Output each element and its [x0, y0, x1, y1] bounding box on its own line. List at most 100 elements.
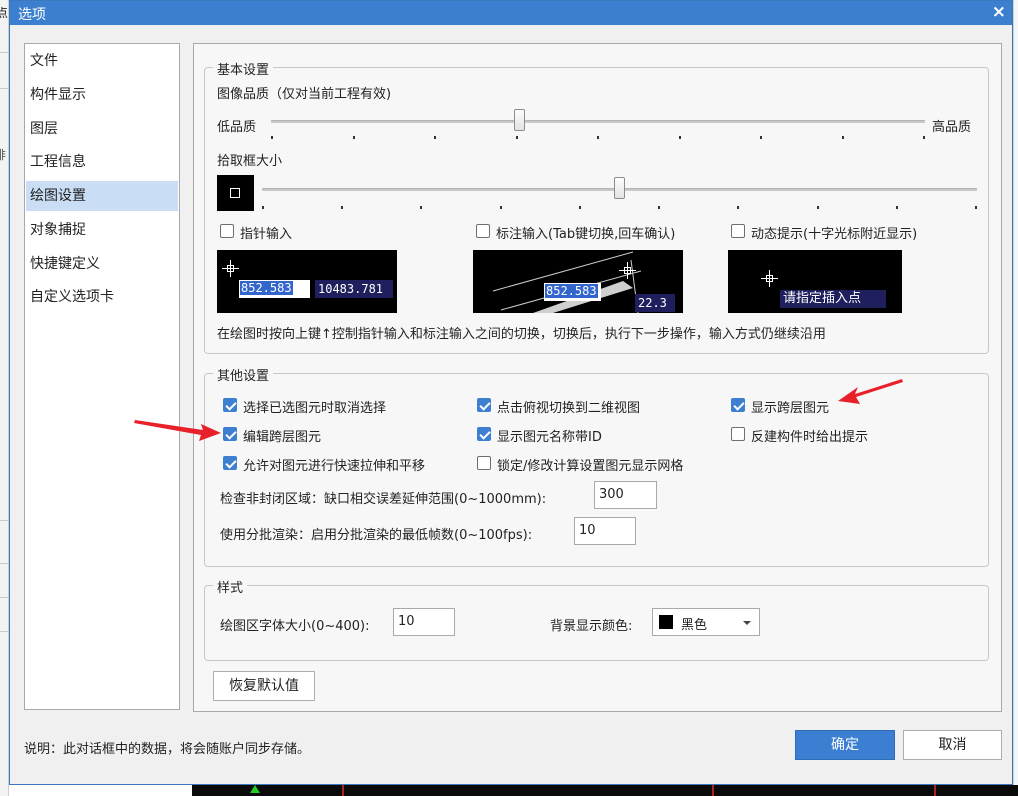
dimension-input-preview: 852.583 22.3 — [473, 250, 683, 313]
pointer-input-preview: 852.583 10483.781 — [217, 250, 397, 313]
crosshair-icon — [619, 262, 636, 279]
close-icon[interactable]: × — [992, 2, 1006, 22]
low-quality-label: 低品质 — [217, 120, 257, 135]
background-right-edge — [1013, 0, 1018, 796]
deselect-selected-checkbox[interactable] — [223, 398, 237, 412]
group-legend: 基本设置 — [213, 59, 274, 78]
high-quality-label: 高品质 — [932, 120, 972, 135]
dialog-title: 选项 — [18, 7, 46, 23]
options-nav: 文件 构件显示 图层 工程信息 绘图设置 对象捕捉 快捷键定义 自定义选项卡 — [24, 43, 180, 710]
restore-defaults-button[interactable]: 恢复默认值 — [213, 671, 315, 701]
quick-stretch-label: 允许对图元进行快速拉伸和平移 — [243, 459, 426, 474]
slider-tick — [420, 206, 423, 209]
lock-grid-label: 锁定/修改计算设置图元显示网格 — [497, 459, 684, 474]
reverse-build-prompt-label: 反建构件时给出提示 — [751, 430, 869, 445]
group-legend: 样式 — [213, 577, 248, 596]
show-name-with-id-checkbox[interactable] — [477, 427, 491, 441]
input-switch-note: 在绘图时按向上键↑控制指针输入和标注输入之间的切换，切换后，执行下一步操作，输入… — [217, 327, 826, 342]
image-quality-track — [271, 120, 925, 123]
gap-range-input[interactable]: 300 — [594, 481, 657, 509]
background-text-fragment: 点 — [0, 6, 9, 20]
pointer-input-label: 指针输入 — [240, 227, 293, 242]
font-size-input[interactable]: 10 — [393, 608, 455, 636]
annotation-arrow-icon — [838, 379, 903, 404]
nav-item-shortcuts[interactable]: 快捷键定义 — [26, 249, 178, 279]
nav-item-component-display[interactable]: 构件显示 — [26, 80, 178, 110]
batch-render-label: 使用分批渲染：启用分批渲染的最低帧数(0~100fps): — [220, 528, 533, 543]
slider-tick — [597, 136, 599, 139]
group-legend: 其他设置 — [213, 365, 274, 384]
edit-cross-layer-checkbox[interactable] — [223, 427, 237, 441]
preview-value-field: 22.3 — [635, 294, 675, 312]
slider-tick — [975, 206, 977, 209]
ok-button[interactable]: 确定 — [795, 730, 895, 760]
slider-tick — [271, 136, 273, 139]
bg-color-select[interactable]: 黑色 — [652, 608, 760, 636]
color-swatch — [659, 615, 673, 629]
bg-color-value: 黑色 — [681, 618, 708, 633]
nav-item-file[interactable]: 文件 — [26, 46, 178, 76]
dimension-input-label: 标注输入(Tab键切换,回车确认) — [496, 227, 676, 242]
batch-render-input[interactable]: 10 — [574, 517, 636, 545]
chevron-down-icon — [743, 621, 751, 625]
reverse-build-prompt-checkbox[interactable] — [731, 427, 745, 441]
quick-stretch-checkbox[interactable] — [223, 456, 237, 470]
nav-item-object-snap[interactable]: 对象捕捉 — [26, 215, 178, 245]
preview-value-field: 852.583 — [239, 280, 310, 298]
crosshair-icon — [222, 260, 239, 277]
slider-tick — [678, 136, 681, 139]
nav-item-custom-tabs[interactable]: 自定义选项卡 — [26, 282, 178, 312]
pickbox-size-label: 拾取框大小 — [217, 154, 283, 169]
slider-tick — [760, 136, 762, 139]
background-left-edge: 点 俳 — [0, 0, 9, 796]
preview-value-field: 10483.781 — [315, 280, 393, 298]
dynamic-prompt-label: 动态提示(十字光标附近显示) — [751, 227, 918, 242]
slider-tick — [341, 206, 344, 209]
deselect-selected-label: 选择已选图元时取消选择 — [243, 401, 387, 416]
dynamic-prompt-preview: 请指定插入点 — [728, 250, 902, 313]
edit-cross-layer-label: 编辑跨层图元 — [243, 430, 322, 445]
slider-tick — [352, 136, 355, 139]
crosshair-icon — [761, 270, 778, 287]
style-group: 样式 绘图区字体大小(0~400): 10 背景显示颜色: 黑色 — [204, 577, 989, 661]
gap-range-label: 检查非封闭区域：缺口相交误差延伸范围(0~1000mm): — [220, 492, 547, 507]
image-quality-label: 图像品质（仅对当前工程有效) — [217, 87, 392, 102]
cancel-button[interactable]: 取消 — [903, 730, 1002, 760]
title-bar: 选项 × — [10, 1, 1012, 25]
pickbox-preview — [217, 175, 254, 211]
background-text-fragment: 俳 — [0, 148, 7, 162]
font-size-label: 绘图区字体大小(0~400): — [220, 619, 370, 634]
nav-item-layers[interactable]: 图层 — [26, 114, 178, 144]
preview-value-field: 852.583 — [544, 283, 601, 301]
dynamic-prompt-checkbox[interactable] — [731, 224, 745, 238]
slider-tick — [841, 136, 844, 139]
slider-tick — [658, 206, 661, 209]
footer-note: 说明：此对话框中的数据，将会随账户同步存储。 — [24, 742, 311, 757]
pointer-input-checkbox[interactable] — [220, 224, 234, 238]
show-cross-layer-label: 显示跨层图元 — [751, 401, 830, 416]
slider-tick — [515, 136, 518, 139]
axis-arrow-icon — [250, 785, 260, 793]
image-quality-slider[interactable] — [513, 109, 525, 131]
slider-tick — [923, 136, 925, 139]
show-cross-layer-checkbox[interactable] — [731, 398, 745, 412]
drawing-canvas-background — [192, 785, 1018, 796]
preview-prompt-field: 请指定插入点 — [780, 290, 886, 308]
slider-tick — [434, 136, 436, 139]
slider-tick — [816, 206, 819, 209]
basic-settings-group: 基本设置 图像品质（仅对当前工程有效) 低品质 高品质 拾取框大小 指针输入 标… — [204, 59, 989, 354]
pickbox-size-slider[interactable] — [613, 177, 625, 199]
dimension-input-checkbox[interactable] — [476, 224, 490, 238]
show-name-with-id-label: 显示图元名称带ID — [497, 430, 602, 445]
slider-tick — [262, 206, 264, 209]
slider-tick — [578, 206, 581, 209]
lock-grid-checkbox[interactable] — [477, 456, 491, 470]
slider-tick — [499, 206, 502, 209]
nav-item-drawing-settings[interactable]: 绘图设置 — [26, 181, 178, 211]
nav-item-project-info[interactable]: 工程信息 — [26, 147, 178, 177]
top-view-2d-checkbox[interactable] — [477, 398, 491, 412]
annotation-arrow-icon — [134, 420, 221, 441]
slider-tick — [737, 206, 740, 209]
top-view-2d-label: 点击俯视切换到二维视图 — [497, 401, 641, 416]
bg-color-label: 背景显示颜色: — [550, 619, 633, 634]
